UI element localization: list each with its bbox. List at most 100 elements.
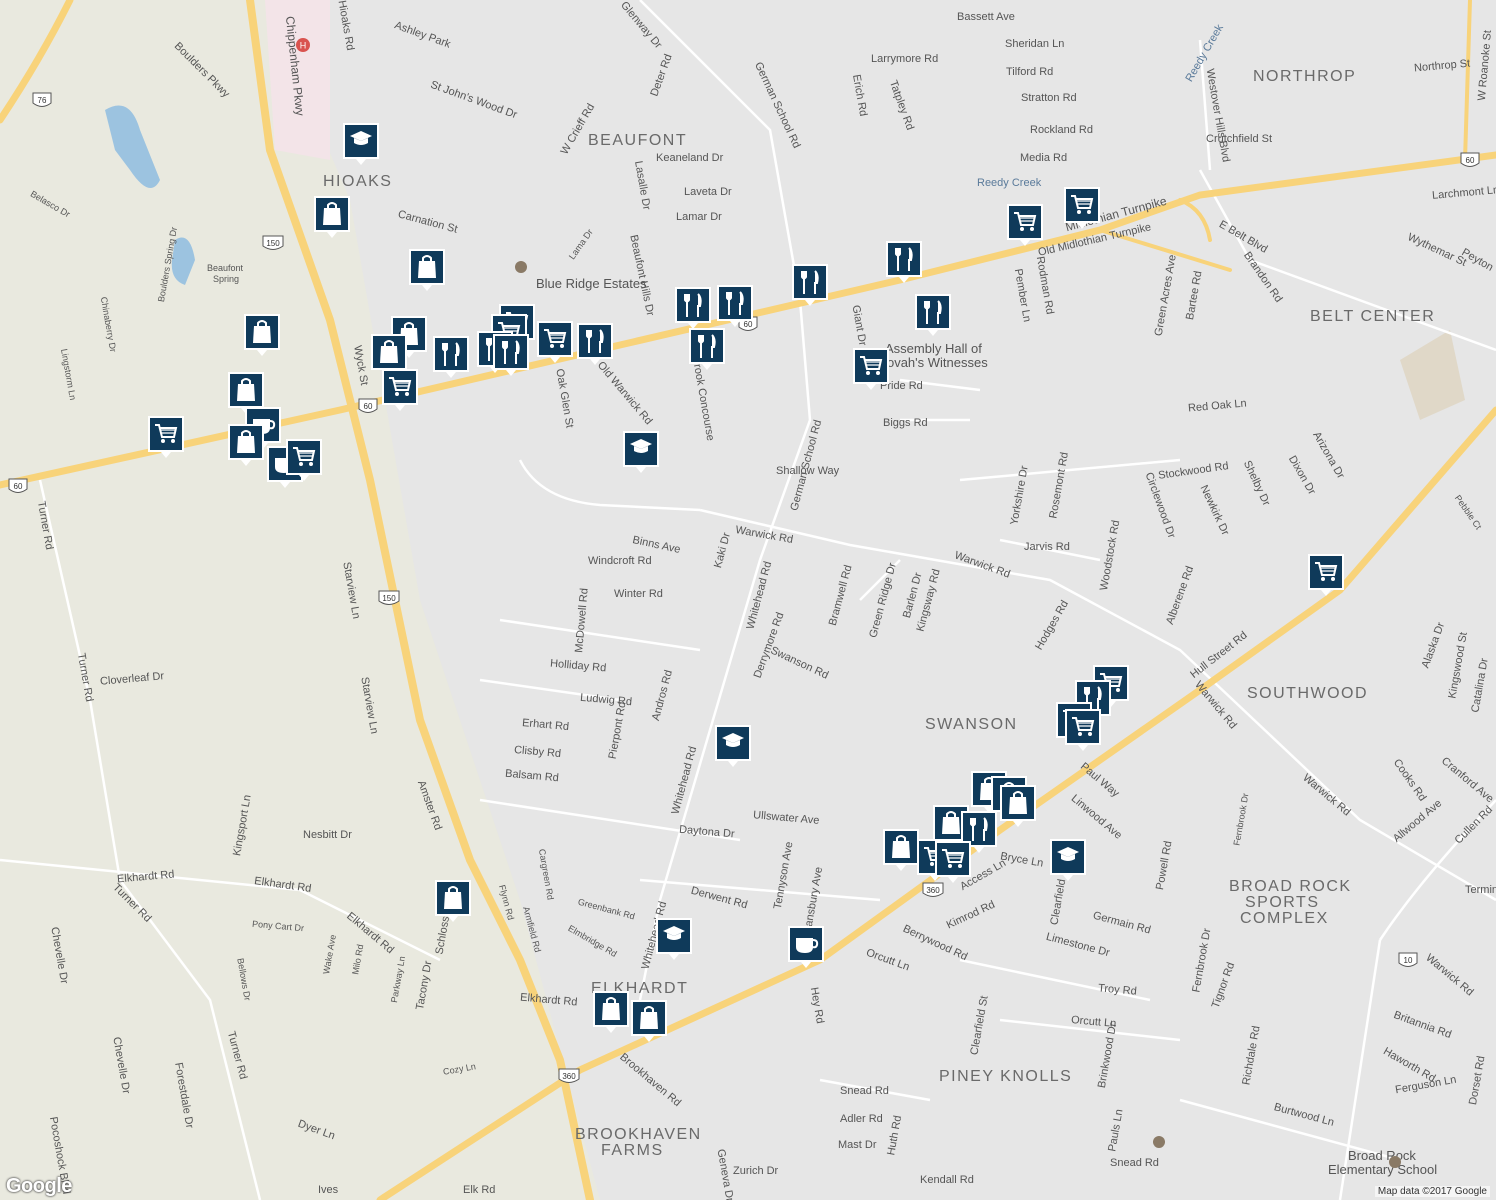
neighborhood-label-hioaks: HIOAKS xyxy=(323,173,393,190)
cafe-icon xyxy=(788,926,824,968)
street-label: Jarvis Rd xyxy=(1024,541,1070,553)
street-label: Mast Dr xyxy=(838,1139,877,1151)
svg-text:150: 150 xyxy=(382,594,396,603)
poi-marker-restaurant[interactable] xyxy=(576,322,614,366)
poi-label-blue-ridge-estates[interactable]: Blue Ridge Estates xyxy=(536,277,647,290)
school-icon xyxy=(715,725,751,767)
grocery-cart-icon xyxy=(1065,709,1101,751)
neighborhood-label-complex: COMPLEX xyxy=(1240,910,1329,927)
poi-marker-grocery[interactable] xyxy=(1006,203,1044,247)
school-icon xyxy=(343,123,379,165)
poi-marker-shopping[interactable] xyxy=(408,248,446,292)
poi-marker-grocery[interactable] xyxy=(852,347,890,391)
restaurant-icon xyxy=(915,294,951,336)
shopping-bag-icon xyxy=(409,249,445,291)
poi-marker-restaurant[interactable] xyxy=(914,293,952,337)
poi-marker-shopping[interactable] xyxy=(227,423,265,467)
poi-marker-grocery[interactable] xyxy=(1064,708,1102,752)
svg-text:60: 60 xyxy=(364,402,373,411)
poi-marker-restaurant[interactable] xyxy=(716,284,754,328)
poi-marker-restaurant[interactable] xyxy=(432,335,470,379)
school-icon xyxy=(1050,839,1086,881)
poi-marker-restaurant[interactable] xyxy=(492,333,530,377)
poi-marker-shopping[interactable] xyxy=(243,313,281,357)
restaurant-icon xyxy=(675,287,711,329)
restaurant-icon xyxy=(717,285,753,327)
neighborhood-label-piney-knolls: PINEY KNOLLS xyxy=(939,1068,1073,1085)
landmark-icon[interactable] xyxy=(1388,1155,1402,1169)
school-icon xyxy=(623,431,659,473)
street-label: Ives xyxy=(318,1184,339,1196)
svg-text:76: 76 xyxy=(38,96,47,105)
street-label: Biggs Rd xyxy=(883,417,928,429)
poi-marker-school[interactable] xyxy=(655,917,693,961)
street-label: Snead Rd xyxy=(840,1085,889,1097)
shopping-bag-icon xyxy=(435,880,471,922)
restaurant-icon xyxy=(792,264,828,306)
restaurant-icon xyxy=(493,334,529,376)
poi-label-assembly-hall[interactable]: Assembly Hall of xyxy=(885,342,982,355)
poi-marker-shopping[interactable] xyxy=(313,195,351,239)
poi-marker-grocery[interactable] xyxy=(1063,186,1101,230)
shopping-bag-icon xyxy=(244,314,280,356)
street-label: Nesbitt Dr xyxy=(303,829,352,841)
poi-label-beaufont-spring-1: Beaufont xyxy=(207,263,244,273)
poi-marker-cafe[interactable] xyxy=(787,925,825,969)
poi-marker-restaurant[interactable] xyxy=(674,286,712,330)
neighborhood-label-farms: FARMS xyxy=(601,1142,664,1159)
neighborhood-label-belt-center: BELT CENTER xyxy=(1310,308,1436,325)
poi-marker-grocery[interactable] xyxy=(536,320,574,364)
route-shield-76: 76 xyxy=(32,92,52,107)
poi-marker-school[interactable] xyxy=(714,724,752,768)
shopping-bag-icon xyxy=(314,196,350,238)
poi-marker-restaurant[interactable] xyxy=(791,263,829,307)
poi-marker-grocery[interactable] xyxy=(285,438,323,482)
shopping-bag-icon xyxy=(228,424,264,466)
school-icon xyxy=(656,918,692,960)
poi-label-elementary-school[interactable]: Elementary School xyxy=(1328,1163,1437,1176)
grocery-cart-icon xyxy=(1007,204,1043,246)
svg-text:360: 360 xyxy=(926,886,940,895)
street-label: Keaneland Dr xyxy=(656,152,724,164)
street-label: Adler Rd xyxy=(840,1113,883,1125)
poi-marker-shopping[interactable] xyxy=(592,990,630,1034)
poi-marker-shopping[interactable] xyxy=(999,784,1037,828)
street-label: Winter Rd xyxy=(614,588,663,600)
poi-marker-school[interactable] xyxy=(1049,838,1087,882)
route-shield-60: 60 xyxy=(358,398,378,413)
grocery-cart-icon xyxy=(1308,554,1344,596)
street-label: Tilford Rd xyxy=(1006,66,1054,78)
poi-marker-shopping[interactable] xyxy=(882,828,920,872)
grocery-cart-icon xyxy=(148,416,184,458)
poi-marker-school[interactable] xyxy=(342,122,380,166)
neighborhood-label-broad-rock: BROAD ROCK xyxy=(1229,878,1352,895)
poi-marker-grocery[interactable] xyxy=(381,368,419,412)
poi-marker-grocery[interactable] xyxy=(147,415,185,459)
hospital-icon[interactable]: H xyxy=(296,38,310,52)
neighborhood-label-beaufont: BEAUFONT xyxy=(588,132,688,149)
grocery-cart-icon xyxy=(853,348,889,390)
poi-marker-restaurant[interactable] xyxy=(885,240,923,284)
landmark-icon[interactable] xyxy=(1152,1135,1166,1149)
poi-marker-shopping[interactable] xyxy=(630,999,668,1043)
shopping-bag-icon xyxy=(1000,785,1036,827)
google-logo: Google xyxy=(6,1175,72,1197)
street-label: Rockland Rd xyxy=(1030,124,1093,136)
poi-label-broad-rock[interactable]: Broad Rock xyxy=(1348,1149,1416,1162)
street-label: Crutchfield St xyxy=(1206,133,1273,145)
street-label: Larrymore Rd xyxy=(871,53,939,65)
street-label: Reedy Creek xyxy=(977,177,1042,189)
svg-text:60: 60 xyxy=(14,482,23,491)
street-label: Shallow Way xyxy=(776,465,840,477)
poi-marker-restaurant[interactable] xyxy=(688,327,726,371)
poi-label-beaufont-spring-2: Spring xyxy=(213,274,240,284)
poi-marker-shopping[interactable] xyxy=(434,879,472,923)
map-canvas[interactable]: BEAUFONT HIOAKS NORTHROP BELT CENTER SWA… xyxy=(0,0,1496,1200)
restaurant-icon xyxy=(577,323,613,365)
poi-marker-grocery[interactable] xyxy=(934,840,972,884)
neighborhood-label-northrop: NORTHROP xyxy=(1253,68,1357,85)
poi-marker-grocery[interactable] xyxy=(1307,553,1345,597)
restaurant-icon xyxy=(689,328,725,370)
landmark-icon[interactable] xyxy=(514,260,528,274)
poi-marker-school[interactable] xyxy=(622,430,660,474)
